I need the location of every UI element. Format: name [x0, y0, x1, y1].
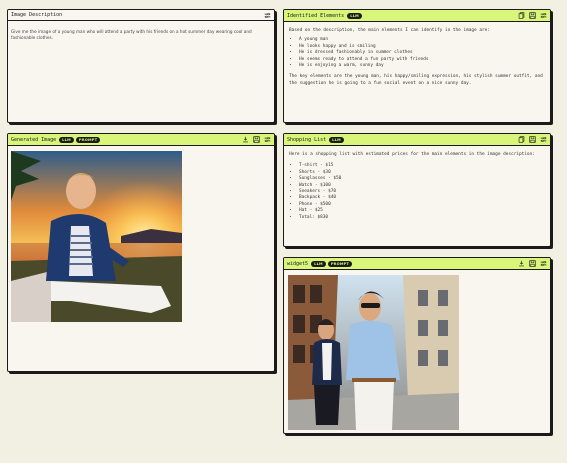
panel-title: widget5 — [287, 260, 309, 267]
widget5-panel: widget5 LLM PROMPT — [283, 257, 551, 434]
widget5-header: widget5 LLM PROMPT — [284, 258, 550, 270]
outro-text: The key elements are the young man, his … — [289, 74, 543, 86]
intro-text: Here is a shopping list with estimated p… — [289, 152, 535, 157]
llm-badge[interactable]: LLM — [329, 136, 344, 143]
save-icon[interactable] — [529, 136, 536, 143]
llm-badge[interactable]: LLM — [59, 136, 74, 143]
llm-badge[interactable]: LLM — [311, 260, 326, 267]
list-item: He is enjoying a warm, sunny day — [299, 63, 545, 69]
panel-title: Image Description — [11, 12, 63, 18]
shopping-list: T-shirt - $15 Shorts - $30 Sunglasses - … — [299, 163, 545, 221]
generated-image-header: Generated Image LLM PROMPT — [8, 134, 274, 146]
save-icon[interactable] — [529, 260, 536, 267]
generated-image-panel: Generated Image LLM PROMPT — [7, 133, 275, 372]
shopping-list-content: Here is a shopping list with estimated p… — [284, 146, 550, 232]
image-description-panel: Image Description Give me the image of a… — [7, 9, 275, 123]
prompt-badge[interactable]: PROMPT — [327, 260, 353, 267]
settings-sliders-icon[interactable] — [264, 12, 271, 19]
panel-title: Shopping List — [287, 136, 327, 143]
settings-sliders-icon[interactable] — [264, 136, 271, 143]
generated-image[interactable] — [11, 151, 182, 322]
copy-icon[interactable] — [518, 12, 525, 19]
identified-elements-list: A young man He looks happy and is smilin… — [299, 37, 545, 69]
panel-title: Generated Image — [11, 136, 57, 143]
identified-elements-content: Based on the description, the main eleme… — [284, 22, 550, 93]
shopping-list-header: Shopping List LLM — [284, 134, 550, 146]
save-icon[interactable] — [529, 12, 536, 19]
llm-badge[interactable]: LLM — [347, 12, 362, 19]
image-description-input[interactable]: Give me the image of a young man who wil… — [8, 21, 274, 49]
identified-elements-panel: Identified Elements LLM Based on the des… — [283, 9, 551, 123]
download-icon[interactable] — [242, 136, 249, 143]
image-description-header: Image Description — [8, 10, 274, 21]
copy-icon[interactable] — [518, 136, 525, 143]
download-icon[interactable] — [518, 260, 525, 267]
intro-text: Based on the description, the main eleme… — [289, 28, 490, 33]
settings-sliders-icon[interactable] — [540, 260, 547, 267]
prompt-badge[interactable]: PROMPT — [75, 136, 101, 143]
widget5-image[interactable] — [288, 275, 459, 430]
list-item: Total: $830 — [299, 215, 545, 221]
identified-elements-header: Identified Elements LLM — [284, 10, 550, 22]
shopping-list-panel: Shopping List LLM Here is a shopping lis… — [283, 133, 551, 247]
settings-sliders-icon[interactable] — [540, 136, 547, 143]
save-icon[interactable] — [253, 136, 260, 143]
settings-sliders-icon[interactable] — [540, 12, 547, 19]
panel-title: Identified Elements — [287, 12, 345, 19]
